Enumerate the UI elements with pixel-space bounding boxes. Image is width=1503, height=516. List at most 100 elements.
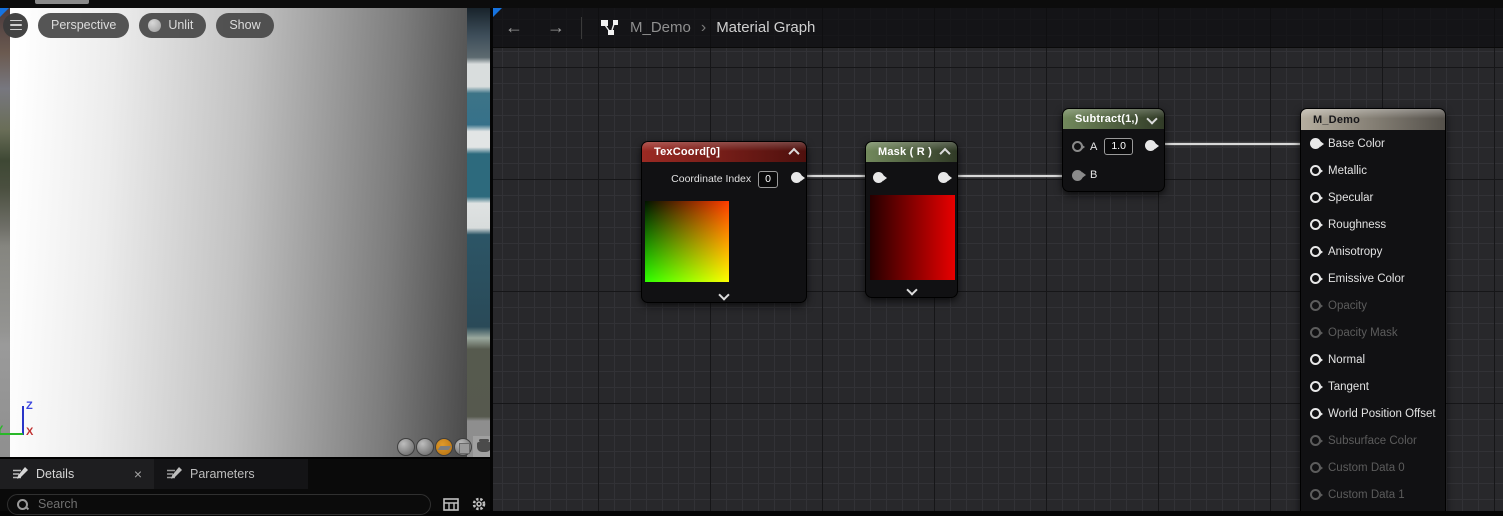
search-input[interactable]	[36, 496, 370, 512]
breadcrumb-chevron-icon: ›	[701, 19, 706, 37]
pin-opacity-mask[interactable]	[1310, 327, 1321, 338]
chevron-down-icon	[906, 284, 917, 295]
shape-cube-button[interactable]	[454, 438, 472, 456]
x-axis-label: X	[26, 426, 33, 438]
material-preview-plane	[10, 8, 467, 457]
shape-sphere-button[interactable]	[416, 438, 434, 456]
pin-label: Custom Data 1	[1328, 489, 1405, 501]
shape-cylinder-button[interactable]	[397, 438, 415, 456]
display-filter-icon[interactable]	[443, 498, 459, 511]
y-axis-line	[0, 433, 23, 435]
pin-label: Subsurface Color	[1328, 435, 1417, 447]
pin-label: Specular	[1328, 192, 1373, 204]
panel-focus-corner	[493, 8, 502, 17]
search-box[interactable]	[7, 494, 431, 515]
pin-label: World Position Offset	[1328, 408, 1436, 420]
pin-label: Anisotropy	[1328, 246, 1382, 258]
node-texcoord-header[interactable]: TexCoord[0]	[642, 142, 806, 162]
material-pin-row: Custom Data 0	[1301, 454, 1445, 481]
node-material-header[interactable]: M_Demo	[1301, 109, 1445, 130]
tab-parameters[interactable]: Parameters	[154, 459, 308, 489]
breadcrumb-asset[interactable]: M_Demo	[630, 19, 691, 36]
tab-parameters-label: Parameters	[190, 467, 255, 481]
mask-output-pin[interactable]	[938, 172, 949, 183]
tab-close-icon[interactable]: ×	[134, 467, 142, 481]
back-arrow-button[interactable]: ←	[493, 17, 535, 38]
teapot-icon	[477, 442, 490, 452]
show-label: Show	[229, 18, 260, 32]
pin-world-position-offset[interactable]	[1310, 408, 1321, 419]
pin-specular[interactable]	[1310, 192, 1321, 203]
node-material-result[interactable]: M_Demo Base ColorMetallicSpecularRoughne…	[1300, 108, 1446, 511]
preview-viewport[interactable]: Perspective Unlit Show Z X Y	[0, 8, 490, 457]
collapse-down-icon[interactable]	[1146, 113, 1157, 124]
preview-shape-buttons	[397, 436, 490, 457]
coordinate-index-row: Coordinate Index 0	[642, 169, 806, 189]
settings-gear-icon[interactable]	[471, 496, 487, 512]
node-texcoord-title: TexCoord[0]	[654, 146, 720, 158]
shape-plane-button[interactable]	[435, 438, 453, 456]
subtract-a-pin[interactable]	[1072, 141, 1083, 152]
view-mode-button[interactable]: Unlit	[139, 13, 206, 38]
subtract-input-a-row: A 1.0	[1072, 138, 1133, 155]
coordinate-index-value[interactable]: 0	[758, 171, 778, 188]
node-subtract-header[interactable]: Subtract(1,)	[1063, 109, 1164, 129]
window-tab-remnant	[35, 0, 89, 4]
shape-teapot-button[interactable]	[473, 436, 490, 457]
subtract-a-label: A	[1090, 141, 1097, 153]
collapse-up-icon[interactable]	[788, 148, 799, 159]
toolbar-separator	[581, 17, 582, 39]
breadcrumb-page[interactable]: Material Graph	[716, 19, 815, 36]
subtract-b-pin[interactable]	[1072, 170, 1083, 181]
material-pin-row: Emissive Color	[1301, 265, 1445, 292]
pin-custom-data-0[interactable]	[1310, 462, 1321, 473]
forward-arrow-button[interactable]: →	[535, 17, 577, 38]
viewport-toolbar: Perspective Unlit Show	[3, 11, 274, 39]
pin-opacity[interactable]	[1310, 300, 1321, 311]
node-mask[interactable]: Mask ( R )	[865, 141, 958, 298]
mask-input-pin[interactable]	[873, 172, 884, 183]
expand-toggle[interactable]	[866, 286, 957, 294]
window-top-strip	[0, 0, 1503, 8]
axis-gizmo: Z X Y	[0, 396, 60, 446]
graph-icon	[600, 18, 620, 37]
tab-details[interactable]: Details ×	[0, 459, 154, 489]
panel-tab-bar: Details × Parameters	[0, 459, 490, 489]
node-texcoord[interactable]: TexCoord[0] Coordinate Index 0	[641, 141, 807, 303]
pin-tangent[interactable]	[1310, 381, 1321, 392]
expand-toggle[interactable]	[642, 291, 806, 299]
wire-mask-to-subtract[interactable]	[943, 175, 1074, 177]
pin-label: Tangent	[1328, 381, 1369, 393]
pin-label: Metallic	[1328, 165, 1367, 177]
pin-anisotropy[interactable]	[1310, 246, 1321, 257]
material-pin-row: Custom Data 1	[1301, 481, 1445, 508]
subtract-output-pin[interactable]	[1145, 140, 1156, 151]
environment-left-edge	[0, 8, 10, 457]
perspective-button[interactable]: Perspective	[38, 13, 129, 38]
material-pin-row: Metallic	[1301, 157, 1445, 184]
node-subtract-title: Subtract(1,)	[1075, 113, 1139, 125]
pin-base-color[interactable]	[1310, 138, 1321, 149]
viewport-menu-button[interactable]	[3, 13, 28, 38]
material-pin-row: Tangent	[1301, 373, 1445, 400]
collapse-up-icon[interactable]	[939, 148, 950, 159]
pin-normal[interactable]	[1310, 354, 1321, 365]
pin-roughness[interactable]	[1310, 219, 1321, 230]
pin-metallic[interactable]	[1310, 165, 1321, 176]
pin-subsurface-color[interactable]	[1310, 435, 1321, 446]
z-axis-label: Z	[26, 400, 33, 412]
node-subtract[interactable]: Subtract(1,) A 1.0 B	[1062, 108, 1165, 192]
material-pin-row: World Position Offset	[1301, 400, 1445, 427]
pin-custom-data-1[interactable]	[1310, 489, 1321, 500]
material-pin-row: Anisotropy	[1301, 238, 1445, 265]
node-material-title: M_Demo	[1313, 114, 1360, 126]
show-button[interactable]: Show	[216, 13, 273, 38]
material-graph-canvas[interactable]: ← → M_Demo › Material Graph TexCoord[0] …	[493, 8, 1503, 511]
node-mask-header[interactable]: Mask ( R )	[866, 142, 957, 162]
pin-label: Roughness	[1328, 219, 1386, 231]
wire-subtract-to-basecolor[interactable]	[1148, 143, 1315, 145]
texcoord-output-pin[interactable]	[791, 172, 802, 183]
environment-right-edge	[467, 8, 490, 457]
subtract-a-value[interactable]: 1.0	[1104, 138, 1133, 155]
pin-emissive-color[interactable]	[1310, 273, 1321, 284]
